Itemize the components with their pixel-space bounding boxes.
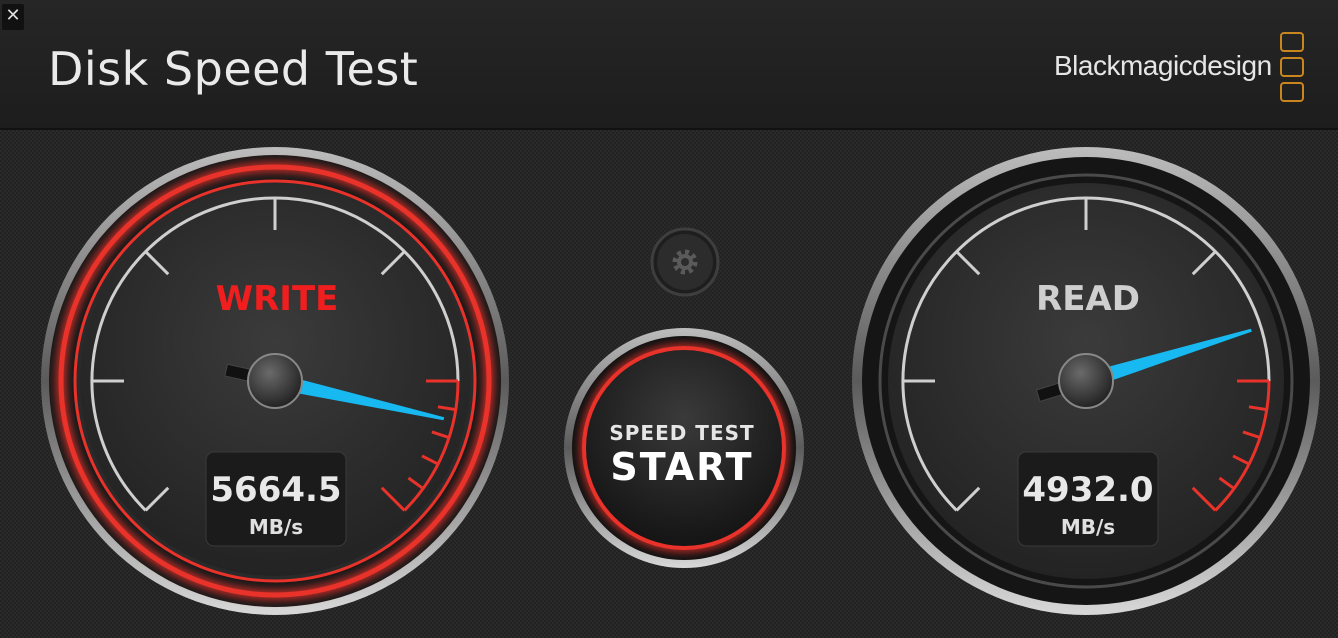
write-gauge: WRITE 5664.5 MB/s [41,147,509,615]
read-value: 4932.0 [1022,470,1153,510]
read-hub [1058,353,1114,409]
settings-button[interactable] [650,227,720,297]
start-button-label: START [610,445,753,489]
write-unit: MB/s [249,515,303,539]
read-label: READ [1036,279,1140,319]
read-gauge: READ 4932.0 MB/s [852,147,1320,615]
start-button-line1: SPEED TEST [609,421,754,445]
write-hub [247,353,303,409]
gear-icon [672,249,698,275]
write-value: 5664.5 [210,470,341,510]
write-label: WRITE [216,279,339,319]
read-unit: MB/s [1061,515,1115,539]
start-button[interactable]: SPEED TEST START [564,328,804,568]
gauge-area: WRITE 5664.5 MB/s SPEED TEST START READ [41,147,1320,615]
